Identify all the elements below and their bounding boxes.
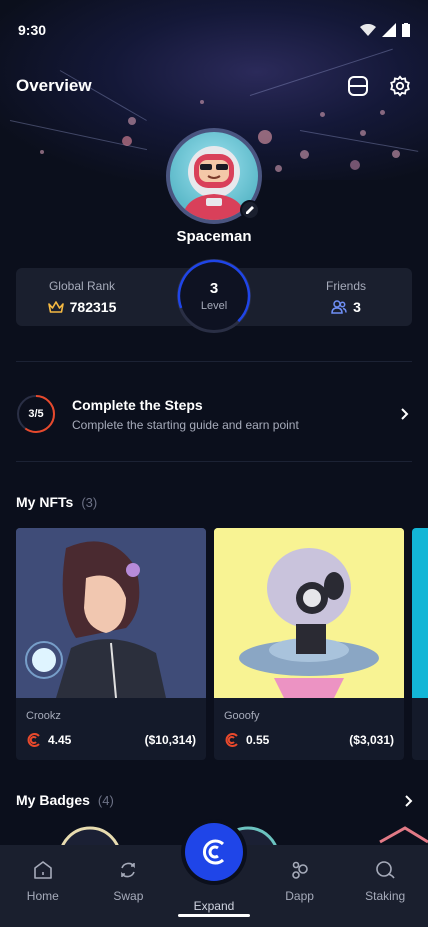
nft-image-crookz (16, 528, 206, 698)
header-actions (346, 74, 412, 98)
nft-name: Crookz (26, 710, 61, 722)
friends-value-row: 3 (331, 299, 361, 315)
nft-amount-row: 4.45 (26, 732, 71, 748)
tab-expand-label: Expand (193, 899, 235, 913)
profile-avatar[interactable] (166, 128, 262, 224)
scan-icon (348, 76, 368, 96)
badges-section-header: My Badges (4) (16, 792, 114, 808)
divider (16, 361, 412, 362)
signal-icon (382, 23, 396, 37)
nfts-count: (3) (81, 494, 98, 510)
tab-staking-label: Staking (365, 889, 406, 903)
nft-card[interactable]: Crookz 4.45 ($10,314) (16, 528, 206, 760)
chevron-right-icon (401, 408, 409, 420)
steps-progress: 3/5 (16, 394, 56, 434)
global-rank-value-row: 782315 (47, 299, 117, 315)
tab-dapp[interactable]: Dapp (257, 845, 343, 927)
global-rank-label: Global Rank (48, 279, 116, 293)
nft-card[interactable]: Gooofy 0.55 ($3,031) (214, 528, 404, 760)
status-bar: 9:30 (0, 0, 428, 60)
swap-icon (121, 862, 136, 878)
token-logo-icon (27, 733, 40, 747)
tab-home[interactable]: Home (0, 845, 86, 927)
complete-steps-banner[interactable]: 3/5 Complete the Steps Complete the star… (16, 386, 412, 442)
home-indicator (178, 914, 250, 917)
friends-icon (331, 300, 347, 314)
expand-button[interactable] (184, 823, 243, 881)
tab-staking[interactable]: Staking (342, 845, 428, 927)
friends[interactable]: Friends 3 (280, 268, 412, 326)
token-logo-icon (225, 733, 238, 747)
status-icons (360, 23, 410, 37)
tab-home-label: Home (26, 889, 59, 903)
nft-price: 0.55 ($3,031) (224, 732, 394, 748)
battery-icon (402, 23, 410, 37)
steps-title: Complete the Steps (72, 396, 203, 413)
username: Spaceman (176, 228, 252, 245)
pencil-icon (246, 206, 254, 214)
nfts-title: My NFTs (16, 494, 74, 510)
level-ring (177, 259, 251, 333)
nft-carousel[interactable]: Crookz 4.45 ($10,314) Gooofy 0.55 ($3,03… (16, 528, 428, 760)
divider (16, 461, 412, 462)
nft-amount: 4.45 (48, 733, 72, 747)
tab-dapp-label: Dapp (285, 889, 314, 903)
dapp-icon (291, 861, 308, 879)
nft-usd: ($3,031) (349, 733, 394, 747)
nft-usd: ($10,314) (144, 733, 196, 747)
steps-progress-text: 3/5 (28, 408, 44, 420)
nft-amount: 0.55 (246, 733, 270, 747)
friends-label: Friends (325, 279, 366, 293)
steps-subtitle: Complete the starting guide and earn poi… (72, 417, 299, 432)
page-title: Overview (16, 76, 92, 95)
global-rank: Global Rank 782315 (16, 268, 148, 326)
badges-title: My Badges (16, 792, 90, 808)
friends-value: 3 (353, 299, 361, 315)
tab-swap[interactable]: Swap (86, 845, 172, 927)
nft-price: 4.45 ($10,314) (26, 732, 196, 748)
wifi-icon (360, 24, 376, 36)
tab-swap-label: Swap (113, 889, 144, 903)
badges-count: (4) (97, 792, 114, 808)
nfts-section-header: My NFTs (3) (16, 494, 97, 510)
edit-avatar-button[interactable] (240, 200, 260, 220)
gear-icon (390, 75, 410, 97)
crown-icon (47, 300, 64, 313)
expand-logo-icon (203, 839, 225, 865)
chevron-right-icon[interactable] (402, 794, 416, 808)
scan-button[interactable] (346, 74, 370, 98)
steps-text: Complete the Steps Complete the starting… (72, 397, 398, 432)
status-time: 9:30 (18, 22, 47, 38)
global-rank-value: 782315 (69, 299, 117, 315)
nft-card-partial[interactable] (412, 528, 428, 760)
nft-amount-row: 0.55 (224, 732, 269, 748)
staking-icon (376, 861, 395, 879)
home-icon (33, 861, 52, 879)
level-badge: 3 Level (177, 259, 251, 333)
header: Overview (0, 66, 428, 106)
nft-image-gooofy (214, 528, 404, 698)
nft-name: Gooofy (224, 710, 260, 722)
settings-button[interactable] (388, 74, 412, 98)
